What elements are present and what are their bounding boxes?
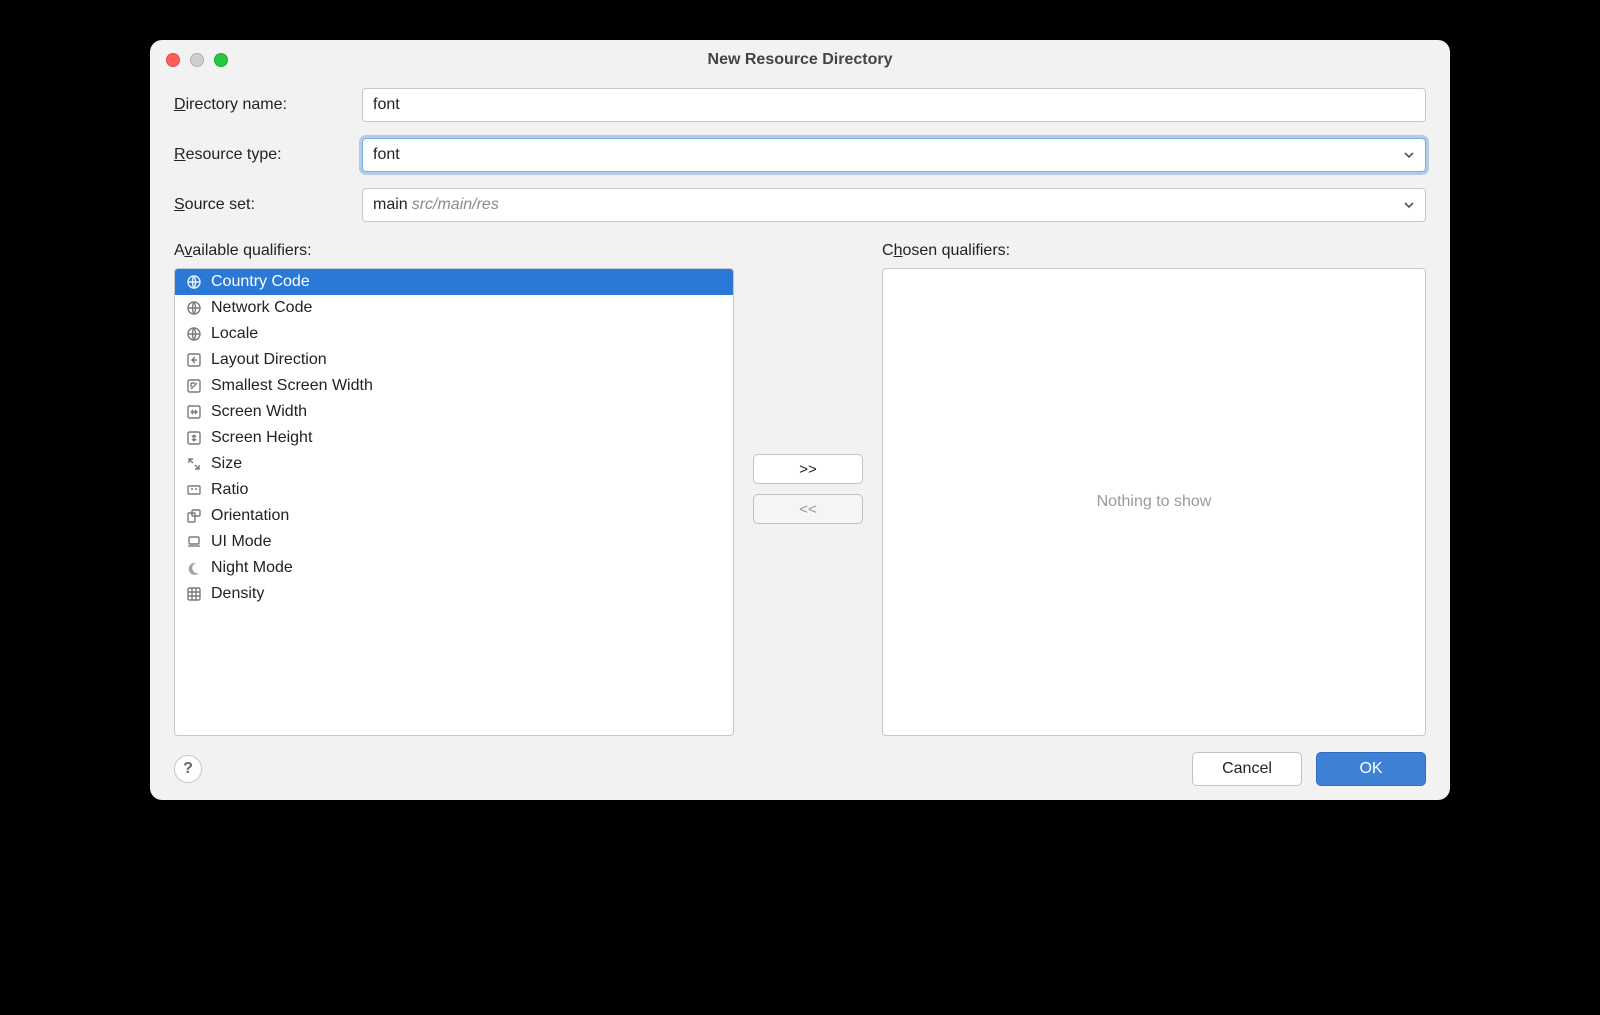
moon-icon: [185, 559, 203, 577]
available-qualifiers-label: Available qualifiers:: [174, 242, 734, 260]
directory-name-input[interactable]: [362, 88, 1426, 122]
available-qualifiers-listbox[interactable]: Country Code Network Code Locale Layout Dir…: [174, 268, 734, 736]
list-item-label: Screen Width: [211, 403, 307, 421]
ok-label: OK: [1359, 760, 1382, 778]
window-title: New Resource Directory: [708, 51, 893, 69]
laptop-icon: [185, 533, 203, 551]
arrows-h-box-icon: [185, 403, 203, 421]
list-item-label: Density: [211, 585, 264, 603]
orientation-icon: [185, 507, 203, 525]
list-item-label: Layout Direction: [211, 351, 327, 369]
list-item-label: Night Mode: [211, 559, 293, 577]
list-item-label: UI Mode: [211, 533, 271, 551]
dialog-footer: ? Cancel OK: [150, 736, 1450, 800]
label-source-set: Source set:: [174, 196, 344, 214]
grid-icon: [185, 585, 203, 603]
zoom-icon[interactable]: [214, 53, 228, 67]
list-item-label: Screen Height: [211, 429, 312, 447]
source-set-select[interactable]: main src/main/res: [362, 188, 1426, 222]
list-item[interactable]: Layout Direction: [175, 347, 733, 373]
help-button[interactable]: ?: [174, 755, 202, 783]
globe-pin-icon: [185, 299, 203, 317]
list-item[interactable]: UI Mode: [175, 529, 733, 555]
list-item[interactable]: Network Code: [175, 295, 733, 321]
list-item-label: Size: [211, 455, 242, 473]
list-item[interactable]: Ratio: [175, 477, 733, 503]
list-item[interactable]: Size: [175, 451, 733, 477]
list-item-label: Smallest Screen Width: [211, 377, 373, 395]
cancel-label: Cancel: [1222, 760, 1272, 778]
qualifiers-section: Available qualifiers: Country Code Networ…: [174, 242, 1426, 736]
arrows-v-box-icon: [185, 429, 203, 447]
label-resource-type: Resource type:: [174, 146, 344, 164]
add-qualifier-button[interactable]: >>: [753, 454, 863, 484]
source-set-hint: src/main/res: [412, 196, 499, 214]
list-item-label: Network Code: [211, 299, 312, 317]
label-directory-name: Directory name:: [174, 96, 344, 114]
list-item-label: Country Code: [211, 273, 310, 291]
titlebar: New Resource Directory: [150, 40, 1450, 80]
row-directory-name: Directory name:: [174, 88, 1426, 122]
globe-icon: [185, 325, 203, 343]
dialog-new-resource-directory: New Resource Directory Directory name: R…: [150, 40, 1450, 800]
window-controls: [166, 53, 228, 67]
minimize-icon: [190, 53, 204, 67]
dialog-content: Directory name: Resource type: font Sour…: [150, 80, 1450, 736]
globe-pin-icon: [185, 273, 203, 291]
chosen-empty-text: Nothing to show: [883, 269, 1425, 735]
chosen-qualifiers-listbox[interactable]: Nothing to show: [882, 268, 1426, 736]
list-item[interactable]: Locale: [175, 321, 733, 347]
cancel-button[interactable]: Cancel: [1192, 752, 1302, 786]
remove-qualifier-button[interactable]: <<: [753, 494, 863, 524]
list-item[interactable]: Screen Width: [175, 399, 733, 425]
ratio-icon: [185, 481, 203, 499]
list-item[interactable]: Country Code: [175, 269, 733, 295]
list-item-label: Ratio: [211, 481, 248, 499]
list-item[interactable]: Orientation: [175, 503, 733, 529]
resource-type-select[interactable]: font: [362, 138, 1426, 172]
close-icon[interactable]: [166, 53, 180, 67]
ok-button[interactable]: OK: [1316, 752, 1426, 786]
chosen-qualifiers-panel: Chosen qualifiers: Nothing to show: [882, 242, 1426, 736]
chevron-down-icon: [1403, 149, 1415, 161]
list-item[interactable]: Screen Height: [175, 425, 733, 451]
resource-type-value: font: [373, 146, 400, 164]
row-source-set: Source set: main src/main/res: [174, 188, 1426, 222]
row-resource-type: Resource type: font: [174, 138, 1426, 172]
chevron-down-icon: [1403, 199, 1415, 211]
source-set-main: main: [373, 196, 408, 214]
chosen-qualifiers-label: Chosen qualifiers:: [882, 242, 1426, 260]
list-item[interactable]: Smallest Screen Width: [175, 373, 733, 399]
list-item[interactable]: Night Mode: [175, 555, 733, 581]
qualifier-move-buttons: >> <<: [748, 242, 868, 736]
available-qualifiers-panel: Available qualifiers: Country Code Networ…: [174, 242, 734, 736]
list-item[interactable]: Density: [175, 581, 733, 607]
list-item-label: Locale: [211, 325, 258, 343]
help-icon: ?: [183, 760, 193, 778]
remove-qualifier-label: <<: [799, 501, 817, 518]
resize-box-icon: [185, 377, 203, 395]
list-item-label: Orientation: [211, 507, 289, 525]
arrow-left-box-icon: [185, 351, 203, 369]
add-qualifier-label: >>: [799, 461, 817, 478]
expand-icon: [185, 455, 203, 473]
